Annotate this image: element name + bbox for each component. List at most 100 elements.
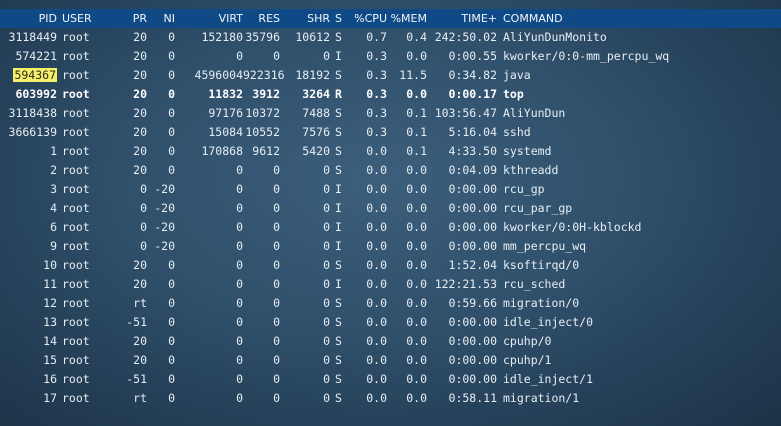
- process-pid: 10: [43, 258, 57, 272]
- process-cpu: 0.0: [366, 182, 387, 196]
- process-pid: 594367: [0, 66, 57, 85]
- process-row[interactable]: 12 root rt 0 0 0 0 S 0.0 0.0 0:59.66 migration/0: [0, 294, 781, 313]
- process-priority: 20: [133, 68, 147, 82]
- process-row[interactable]: 15 root 20 0 0 0 0 S 0.0 0.0 0:00.00 cpuhp/1: [0, 351, 781, 370]
- process-priority: 20: [133, 334, 147, 348]
- process-res: 3912: [252, 87, 280, 101]
- process-row[interactable]: 3118438 root 20 0 97176 10372 7488 S 0.3 0.1 103:5…: [0, 104, 781, 123]
- process-pid: 3118449: [8, 30, 57, 44]
- process-row[interactable]: 11 root 20 0 0 0 0 I 0.0 0.0 122:21.53 rcu_sched: [0, 275, 781, 294]
- process-row[interactable]: 3 root 0 -20 0 0 0 I 0.0 0.0 0:00.00 rcu_gp: [0, 180, 781, 199]
- top-terminal[interactable]: PID USER PR NI VIRT RES SHR S %CPU %MEM …: [0, 0, 781, 426]
- process-time: 0:59.66: [448, 296, 497, 310]
- process-shr: 0: [323, 49, 330, 63]
- process-virt: 0: [236, 334, 243, 348]
- process-nice: 0: [168, 391, 175, 405]
- process-command: sshd: [503, 125, 531, 139]
- process-state: S: [335, 258, 342, 272]
- process-shr: 0: [323, 353, 330, 367]
- process-virt: 0: [236, 220, 243, 234]
- process-command: systemd: [503, 144, 552, 158]
- process-row[interactable]: 3666139 root 20 0 15084 10552 7576 S 0.3 0.1 5:16.…: [0, 123, 781, 142]
- process-row[interactable]: 594367 root 20 0 4596004 922316 18192 S 0.3 11.5 0…: [0, 66, 781, 85]
- process-command: rcu_gp: [503, 182, 545, 196]
- process-priority: 20: [133, 30, 147, 44]
- process-res: 0: [273, 182, 280, 196]
- process-time: 0:00.17: [448, 87, 497, 101]
- process-command: kworker/0:0H-kblockd: [503, 220, 642, 234]
- process-state: S: [335, 334, 342, 348]
- process-nice: 0: [168, 258, 175, 272]
- process-command: top: [503, 87, 524, 101]
- process-mem: 0.0: [406, 372, 427, 386]
- process-time: 0:00.00: [448, 220, 497, 234]
- process-cpu: 0.0: [366, 220, 387, 234]
- process-nice: -20: [154, 201, 175, 215]
- process-res: 0: [273, 201, 280, 215]
- column-header-shr: SHR: [307, 12, 330, 25]
- process-virt: 0: [236, 163, 243, 177]
- process-row[interactable]: 3118449 root 20 0 152180 35796 10612 S 0.7 0.4 242…: [0, 28, 781, 47]
- process-state: S: [335, 391, 342, 405]
- process-cpu: 0.0: [366, 296, 387, 310]
- process-nice: 0: [168, 315, 175, 329]
- process-state: S: [335, 125, 342, 139]
- process-priority: 20: [133, 106, 147, 120]
- process-nice: 0: [168, 87, 175, 101]
- process-virt: 4596004: [194, 68, 243, 82]
- process-mem: 0.0: [406, 201, 427, 215]
- process-row[interactable]: 4 root 0 -20 0 0 0 I 0.0 0.0 0:00.00 rcu_par_gp: [0, 199, 781, 218]
- process-virt: 0: [236, 258, 243, 272]
- process-shr: 10612: [295, 30, 330, 44]
- process-row[interactable]: 16 root -51 0 0 0 0 S 0.0 0.0 0:00.00 idle_inject/1: [0, 370, 781, 389]
- process-cpu: 0.0: [366, 163, 387, 177]
- process-nice: 0: [168, 353, 175, 367]
- process-row[interactable]: 2 root 20 0 0 0 0 S 0.0 0.0 0:04.09 kthreadd: [0, 161, 781, 180]
- process-row[interactable]: 1 root 20 0 170868 9612 5420 S 0.0 0.1 4:33.50 syst…: [0, 142, 781, 161]
- process-state: I: [335, 220, 342, 234]
- process-nice: 0: [168, 144, 175, 158]
- process-time: 0:00.00: [448, 353, 497, 367]
- process-row[interactable]: 603992 root 20 0 11832 3912 3264 R 0.3 0.0 0:00.17…: [0, 85, 781, 104]
- process-command: kthreadd: [503, 163, 559, 177]
- process-time: 0:00.00: [448, 372, 497, 386]
- process-cpu: 0.0: [366, 277, 387, 291]
- process-row[interactable]: 17 root rt 0 0 0 0 S 0.0 0.0 0:58.11 migration/1: [0, 389, 781, 408]
- process-row[interactable]: 9 root 0 -20 0 0 0 I 0.0 0.0 0:00.00 mm_percpu_wq: [0, 237, 781, 256]
- process-priority: -51: [126, 315, 147, 329]
- process-cpu: 0.3: [366, 106, 387, 120]
- process-command: ksoftirqd/0: [503, 258, 580, 272]
- process-virt: 0: [236, 296, 243, 310]
- process-row[interactable]: 574221 root 20 0 0 0 0 I 0.3 0.0 0:00.55 kworker/0:…: [0, 47, 781, 66]
- column-header-pr: PR: [132, 12, 147, 25]
- process-mem: 11.5: [399, 68, 427, 82]
- process-shr: 0: [323, 391, 330, 405]
- process-state: S: [335, 315, 342, 329]
- process-shr: 0: [323, 220, 330, 234]
- process-res: 0: [273, 315, 280, 329]
- process-mem: 0.0: [406, 239, 427, 253]
- process-row[interactable]: 13 root -51 0 0 0 0 S 0.0 0.0 0:00.00 idle_inject/0: [0, 313, 781, 332]
- process-virt: 0: [236, 315, 243, 329]
- process-pid: 3: [50, 182, 57, 196]
- process-mem: 0.1: [406, 144, 427, 158]
- column-header-command: COMMAND: [503, 12, 563, 25]
- process-row[interactable]: 10 root 20 0 0 0 0 S 0.0 0.0 1:52.04 ksoftirqd/0: [0, 256, 781, 275]
- process-shr: 7488: [302, 106, 330, 120]
- process-cpu: 0.0: [366, 372, 387, 386]
- process-pid: 12: [43, 296, 57, 310]
- process-time: 4:33.50: [448, 144, 497, 158]
- process-state: S: [335, 30, 342, 44]
- process-cpu: 0.0: [366, 315, 387, 329]
- process-cpu: 0.0: [366, 258, 387, 272]
- process-pid: 11: [43, 277, 57, 291]
- process-mem: 0.0: [406, 277, 427, 291]
- process-priority: 20: [133, 258, 147, 272]
- process-cpu: 0.0: [366, 353, 387, 367]
- process-time: 0:00.00: [448, 182, 497, 196]
- process-row[interactable]: 14 root 20 0 0 0 0 S 0.0 0.0 0:00.00 cpuhp/0: [0, 332, 781, 351]
- process-row[interactable]: 6 root 0 -20 0 0 0 I 0.0 0.0 0:00.00 kworker/0:0H-k…: [0, 218, 781, 237]
- process-nice: 0: [168, 125, 175, 139]
- process-command: rcu_par_gp: [503, 201, 573, 215]
- process-nice: 0: [168, 49, 175, 63]
